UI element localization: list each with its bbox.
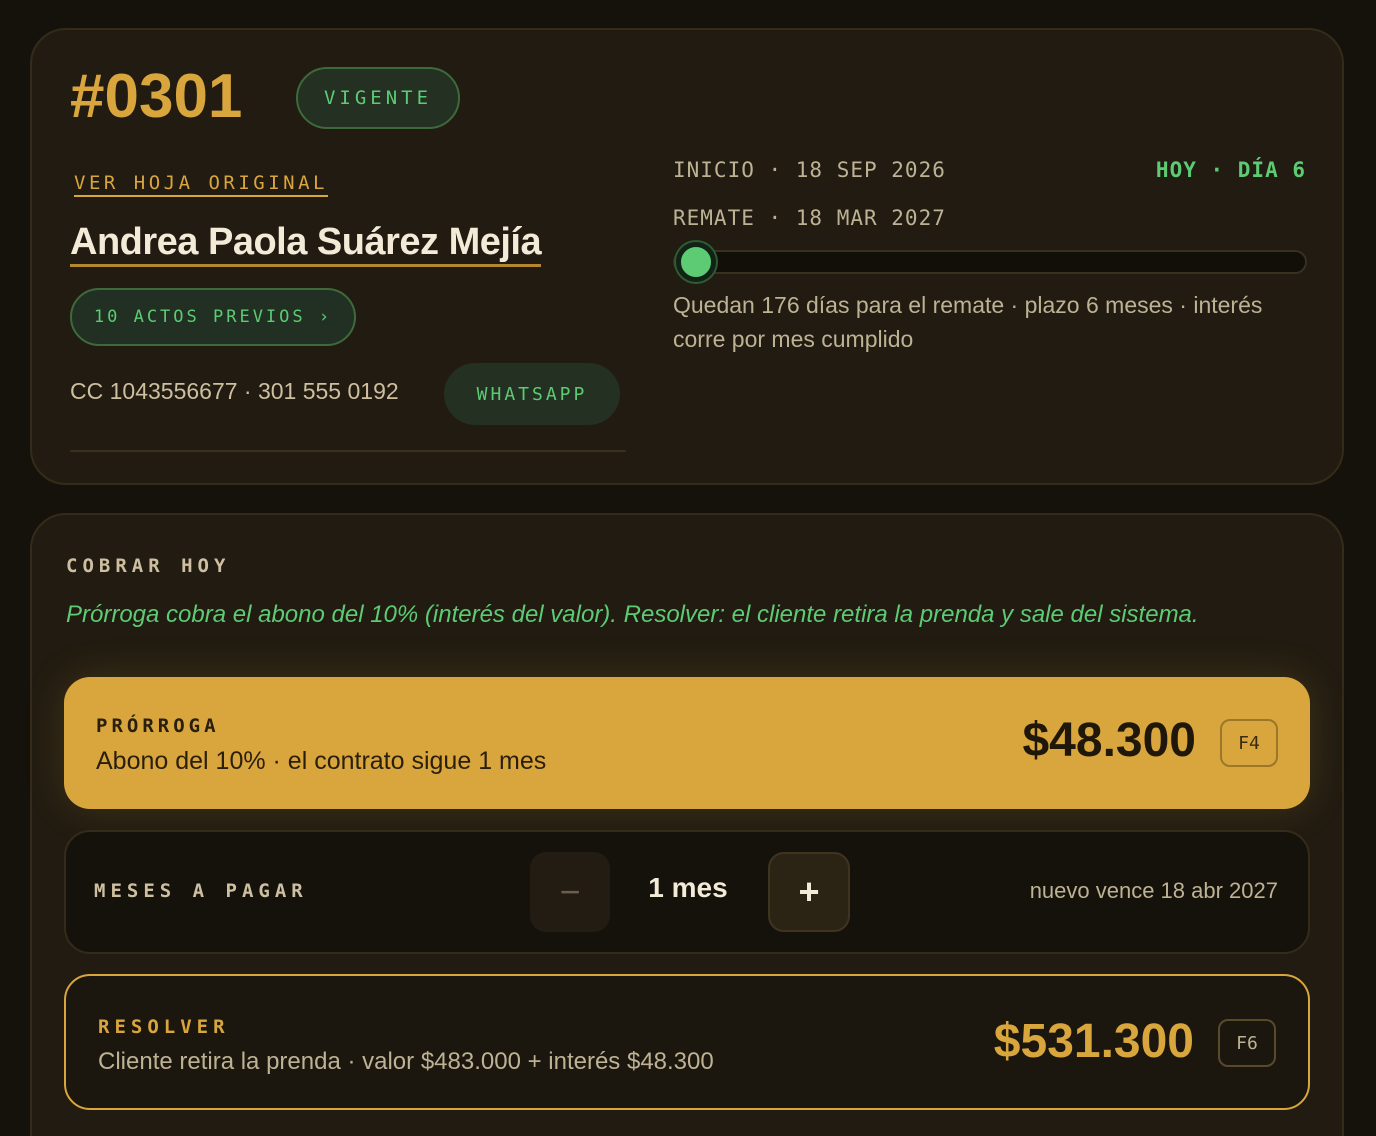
extension-shortcut: F4 xyxy=(1220,719,1278,767)
start-date: INICIO · 18 SEP 2026 xyxy=(673,158,946,182)
collect-note: Prórroga cobra el abono del 10% (interés… xyxy=(66,601,1199,628)
increase-months-button[interactable]: + xyxy=(768,852,850,932)
extension-option[interactable]: PRÓRROGA Abono del 10% · el contrato sig… xyxy=(64,677,1310,809)
extension-amount: $48.300 xyxy=(1022,714,1196,767)
resolve-label: RESOLVER xyxy=(98,1016,230,1038)
resolve-description: Cliente retira la prenda · valor $483.00… xyxy=(98,1048,714,1075)
client-name[interactable]: Andrea Paola Suárez Mejía xyxy=(70,220,542,267)
months-stepper: MESES A PAGAR − 1 mes + nuevo vence 18 a… xyxy=(64,830,1310,954)
client-contact: CC 1043556677 · 301 555 0192 xyxy=(70,378,399,404)
today-indicator: HOY · DÍA 6 xyxy=(1155,158,1306,182)
decrease-months-button[interactable]: − xyxy=(530,852,610,932)
resolve-option[interactable]: RESOLVER Cliente retira la prenda · valo… xyxy=(64,974,1310,1110)
timeline-today-marker xyxy=(675,242,716,282)
ticket-number: #0301 xyxy=(70,62,243,131)
auction-date: REMATE · 18 MAR 2027 xyxy=(673,206,946,230)
resolve-shortcut: F6 xyxy=(1218,1019,1276,1067)
whatsapp-button[interactable]: WHATSAPP xyxy=(444,363,620,425)
months-value: 1 mes xyxy=(648,872,728,903)
collect-card: COBRAR HOY Prórroga cobra el abono del 1… xyxy=(30,513,1344,1136)
extension-label: PRÓRROGA xyxy=(96,715,220,737)
resolve-amount: $531.300 xyxy=(993,1015,1194,1068)
timeline-track xyxy=(673,242,1307,282)
divider xyxy=(70,450,626,452)
contract-card: #0301 VIGENTE VER HOJA ORIGINAL Andrea P… xyxy=(30,28,1344,485)
months-label: MESES A PAGAR xyxy=(94,880,308,902)
timeline-note: Quedan 176 días para el remate · plazo 6… xyxy=(673,292,1263,352)
view-original-link[interactable]: VER HOJA ORIGINAL xyxy=(74,172,328,197)
extension-description: Abono del 10% · el contrato sigue 1 mes xyxy=(96,747,547,775)
new-due-date: nuevo vence 18 abr 2027 xyxy=(1029,878,1278,903)
section-title: COBRAR HOY xyxy=(66,555,231,577)
previous-acts-button[interactable]: 10 ACTOS PREVIOS › xyxy=(70,288,356,346)
status-badge: VIGENTE xyxy=(296,67,460,129)
